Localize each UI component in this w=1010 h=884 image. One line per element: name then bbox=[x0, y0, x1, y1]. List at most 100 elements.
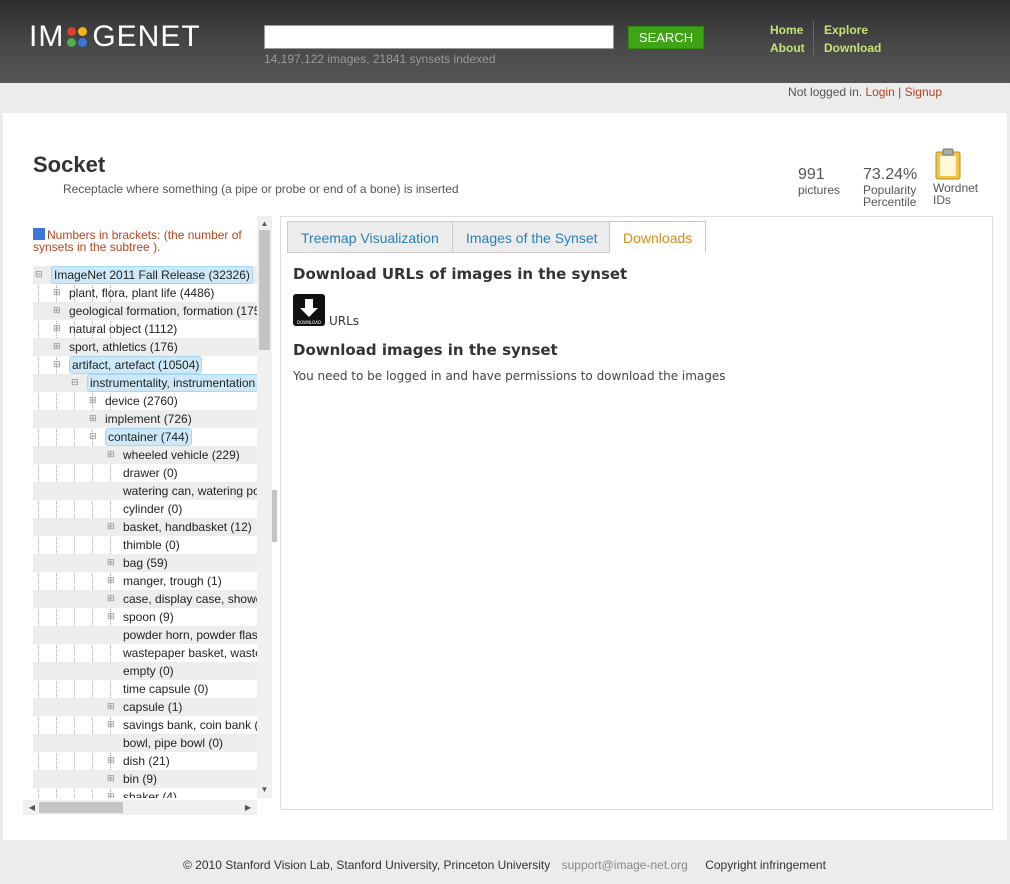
search-input[interactable] bbox=[264, 25, 614, 49]
expand-icon[interactable]: ⊞ bbox=[107, 702, 116, 711]
nav-home-link[interactable]: Home bbox=[770, 21, 805, 39]
login-link[interactable]: Login bbox=[865, 85, 894, 99]
tree-node-label[interactable]: drawer (0) bbox=[123, 465, 178, 481]
scroll-left-icon[interactable]: ◀ bbox=[25, 800, 39, 815]
scroll-down-icon[interactable]: ▼ bbox=[257, 784, 272, 796]
tree-row[interactable]: ⊟ ImageNet 2011 Fall Release (32326) bbox=[33, 266, 257, 284]
tree-row[interactable]: ⊞ basket, handbasket (12) bbox=[33, 518, 257, 536]
tree-row[interactable]: ⊞ wheeled vehicle (229) bbox=[33, 446, 257, 464]
wordnet-clipboard-icon[interactable] bbox=[934, 148, 962, 180]
copyright-infringement-link[interactable]: Copyright infringement bbox=[705, 858, 826, 872]
collapse-icon[interactable]: ⊟ bbox=[89, 432, 98, 441]
tree-row[interactable]: ⊞ dish (21) bbox=[33, 752, 257, 770]
tree-row[interactable]: ⊞ manger, trough (1) bbox=[33, 572, 257, 590]
support-email-link[interactable]: support@image-net.org bbox=[562, 858, 688, 872]
tree-node-label[interactable]: bag (59) bbox=[123, 555, 168, 571]
expand-icon[interactable]: ⊞ bbox=[89, 414, 98, 423]
collapse-icon[interactable]: ⊟ bbox=[71, 378, 80, 387]
tree-row[interactable]: ⊟ instrumentality, instrumentation (5494) bbox=[33, 374, 257, 392]
expand-icon[interactable]: ⊞ bbox=[107, 774, 116, 783]
tree-row[interactable]: wastepaper basket, waste-paper basket (0… bbox=[33, 644, 257, 662]
tree-vertical-scrollbar[interactable]: ▲ ▼ bbox=[257, 216, 272, 798]
tree-row[interactable]: ⊞ bag (59) bbox=[33, 554, 257, 572]
tree-node-label[interactable]: sport, athletics (176) bbox=[69, 339, 178, 355]
signup-link[interactable]: Signup bbox=[905, 85, 942, 99]
collapse-icon[interactable]: ⊟ bbox=[35, 270, 44, 279]
panel-splitter[interactable] bbox=[272, 490, 277, 542]
tree-row[interactable]: time capsule (0) bbox=[33, 680, 257, 698]
expand-icon[interactable]: ⊞ bbox=[107, 522, 116, 531]
wordnet-ids-label[interactable]: Wordnet IDs bbox=[933, 182, 978, 206]
expand-icon[interactable]: ⊞ bbox=[107, 576, 116, 585]
tree-node-label[interactable]: dish (21) bbox=[123, 753, 170, 769]
tree-row[interactable]: thimble (0) bbox=[33, 536, 257, 554]
hscroll-thumb[interactable] bbox=[39, 802, 123, 813]
scroll-up-icon[interactable]: ▲ bbox=[257, 218, 272, 230]
tree-row[interactable]: ⊞ shaker (4) bbox=[33, 788, 257, 798]
tree-node-label[interactable]: wheeled vehicle (229) bbox=[123, 447, 240, 463]
nav-download-link[interactable]: Download bbox=[824, 39, 881, 57]
scroll-right-icon[interactable]: ▶ bbox=[241, 800, 255, 815]
tree-row[interactable]: cylinder (0) bbox=[33, 500, 257, 518]
tree-node-label[interactable]: cylinder (0) bbox=[123, 501, 182, 517]
tree-node-label[interactable]: geological formation, formation (175) bbox=[69, 303, 257, 319]
tree-node-label[interactable]: ImageNet 2011 Fall Release (32326) bbox=[51, 266, 253, 284]
expand-icon[interactable]: ⊞ bbox=[107, 450, 116, 459]
tab-images[interactable]: Images of the Synset bbox=[452, 221, 612, 253]
tree-node-label[interactable]: shaker (4) bbox=[123, 789, 177, 798]
tree-row[interactable]: ⊞ spoon (9) bbox=[33, 608, 257, 626]
scroll-thumb[interactable] bbox=[259, 230, 270, 350]
tree-row[interactable]: ⊞ sport, athletics (176) bbox=[33, 338, 257, 356]
tree-row[interactable]: drawer (0) bbox=[33, 464, 257, 482]
nav-explore-link[interactable]: Explore bbox=[824, 21, 881, 39]
expand-icon[interactable]: ⊞ bbox=[53, 324, 62, 333]
expand-icon[interactable]: ⊞ bbox=[53, 342, 62, 351]
tree-row[interactable]: ⊞ savings bank, coin bank (1) bbox=[33, 716, 257, 734]
tree-node-label[interactable]: time capsule (0) bbox=[123, 681, 208, 697]
tree-row[interactable]: bowl, pipe bowl (0) bbox=[33, 734, 257, 752]
tree-row[interactable]: ⊞ geological formation, formation (175) bbox=[33, 302, 257, 320]
expand-icon[interactable]: ⊞ bbox=[107, 558, 116, 567]
expand-icon[interactable]: ⊞ bbox=[89, 396, 98, 405]
tree-node-label[interactable]: instrumentality, instrumentation (5494) bbox=[87, 374, 257, 392]
tree-node-label[interactable]: natural object (1112) bbox=[69, 321, 177, 337]
tree-row[interactable]: ⊞ natural object (1112) bbox=[33, 320, 257, 338]
expand-icon[interactable]: ⊞ bbox=[53, 306, 62, 315]
tree-node-label[interactable]: empty (0) bbox=[123, 663, 174, 679]
tree-row[interactable]: ⊞ bin (9) bbox=[33, 770, 257, 788]
tree-node-label[interactable]: basket, handbasket (12) bbox=[123, 519, 252, 535]
tree-row[interactable]: powder horn, powder flask (0) bbox=[33, 626, 257, 644]
download-icon[interactable]: DOWNLOAD bbox=[293, 294, 325, 326]
tree-node-label[interactable]: manger, trough (1) bbox=[123, 573, 222, 589]
tree-node-label[interactable]: capsule (1) bbox=[123, 699, 182, 715]
expand-icon[interactable]: ⊞ bbox=[107, 594, 116, 603]
search-button[interactable]: SEARCH bbox=[628, 26, 704, 49]
tree-node-label[interactable]: container (744) bbox=[105, 428, 192, 446]
expand-icon[interactable]: ⊞ bbox=[53, 288, 62, 297]
tab-downloads[interactable]: Downloads bbox=[609, 221, 707, 253]
tree-row[interactable]: empty (0) bbox=[33, 662, 257, 680]
tree-row[interactable]: watering can, watering pot (0) bbox=[33, 482, 257, 500]
tree-row[interactable]: ⊞ case, display case, showcase (14) bbox=[33, 590, 257, 608]
imagenet-logo[interactable]: IM GENET bbox=[29, 20, 201, 54]
tree-node-label[interactable]: spoon (9) bbox=[123, 609, 174, 625]
expand-icon[interactable]: ⊞ bbox=[107, 612, 116, 621]
tree-node-label[interactable]: artifact, artefact (10504) bbox=[69, 356, 203, 374]
tree-node-label[interactable]: wastepaper basket, waste-paper basket (0… bbox=[123, 645, 257, 661]
tree-node-label[interactable]: bin (9) bbox=[123, 771, 157, 787]
tree-node-label[interactable]: bowl, pipe bowl (0) bbox=[123, 735, 223, 751]
expand-icon[interactable]: ⊞ bbox=[107, 720, 116, 729]
expand-icon[interactable]: ⊞ bbox=[107, 756, 116, 765]
tree-node-label[interactable]: plant, flora, plant life (4486) bbox=[69, 285, 214, 301]
tree-node-label[interactable]: watering can, watering pot (0) bbox=[123, 483, 257, 499]
tree-row[interactable]: ⊞ device (2760) bbox=[33, 392, 257, 410]
tree-node-label[interactable]: implement (726) bbox=[105, 411, 192, 427]
tree-node-label[interactable]: thimble (0) bbox=[123, 537, 180, 553]
tree-row[interactable]: ⊞ plant, flora, plant life (4486) bbox=[33, 284, 257, 302]
nav-about-link[interactable]: About bbox=[770, 39, 805, 57]
tree-node-label[interactable]: device (2760) bbox=[105, 393, 178, 409]
tree-node-label[interactable]: powder horn, powder flask (0) bbox=[123, 627, 257, 643]
urls-link[interactable]: URLs bbox=[329, 314, 359, 328]
expand-icon[interactable]: ⊞ bbox=[107, 792, 116, 799]
collapse-icon[interactable]: ⊟ bbox=[53, 360, 62, 369]
